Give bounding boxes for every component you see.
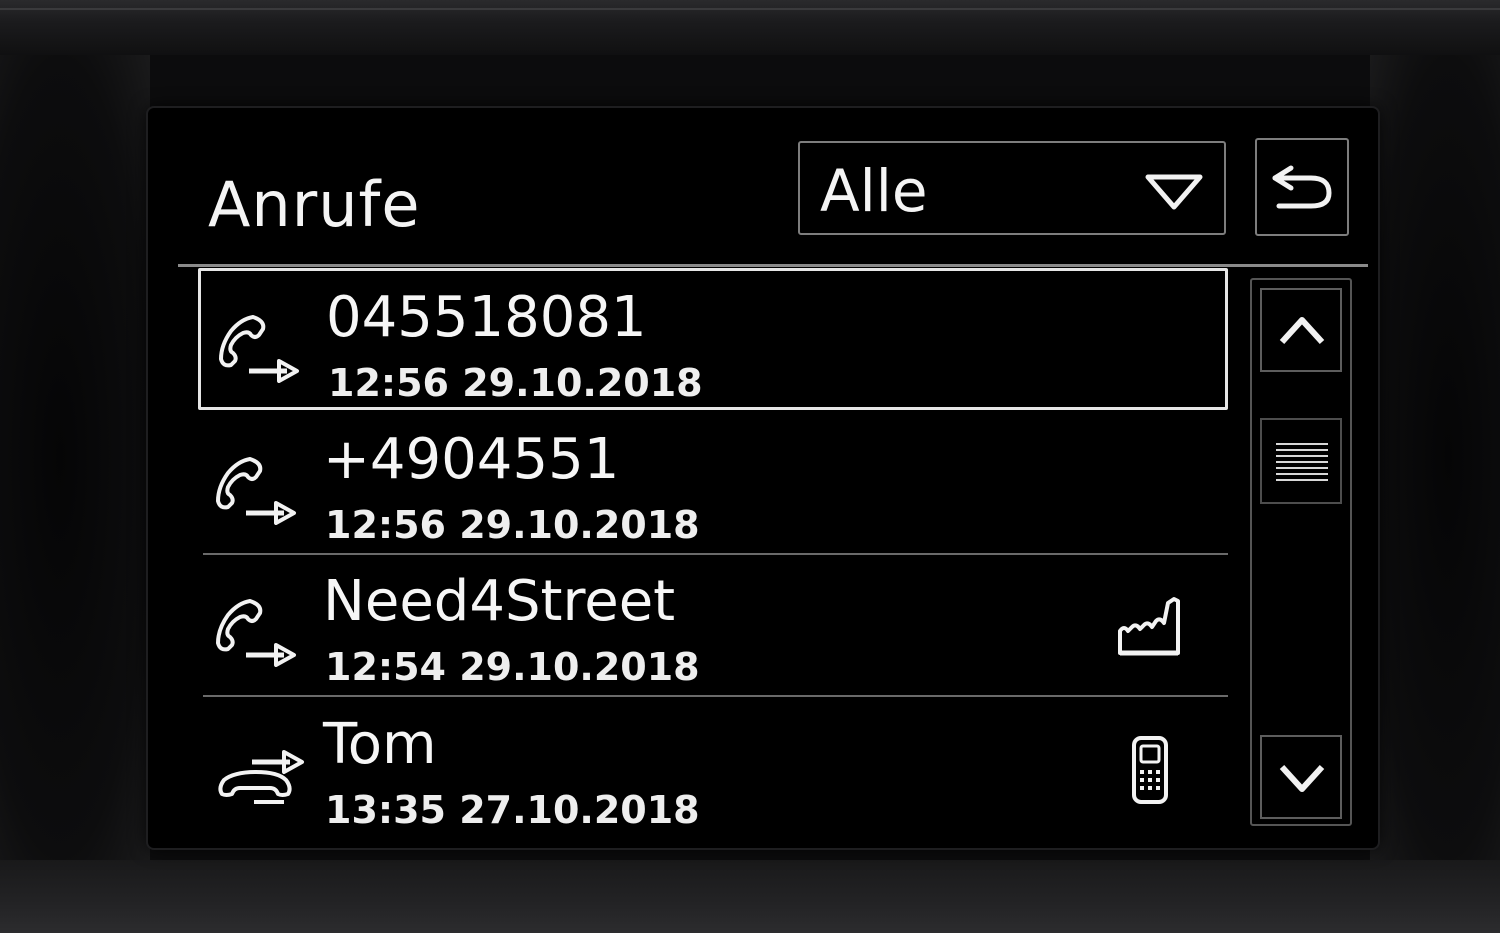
call-row[interactable]: Tom 13:35 27.10.2018 <box>198 698 1228 840</box>
business-icon <box>1118 597 1180 656</box>
chevron-down-icon <box>1145 174 1203 210</box>
call-time: 12:54 29.10.2018 <box>325 645 700 689</box>
bezel-left <box>0 55 150 860</box>
call-row[interactable]: Need4Street 12:54 29.10.2018 <box>198 555 1228 697</box>
call-time: 13:35 27.10.2018 <box>325 788 700 832</box>
caller-name: +4904551 <box>323 427 620 492</box>
mobile-phone-icon <box>1132 736 1168 804</box>
caller-name: Need4Street <box>323 569 676 634</box>
bezel-top <box>0 0 1500 55</box>
outgoing-call-icon <box>219 315 299 383</box>
chevron-up-icon <box>1279 317 1325 345</box>
outgoing-call-icon <box>216 599 296 667</box>
page-title: Anrufe <box>208 168 421 241</box>
call-row[interactable]: +4904551 12:56 29.10.2018 <box>198 413 1228 555</box>
scroll-thumb[interactable] <box>1260 418 1342 504</box>
row-divider <box>203 695 1228 697</box>
scroll-down-button[interactable] <box>1260 735 1342 819</box>
filter-selected-value: Alle <box>820 157 928 225</box>
call-time: 12:56 29.10.2018 <box>328 361 703 405</box>
bezel-right <box>1370 55 1500 860</box>
call-row[interactable]: 045518081 12:56 29.10.2018 <box>198 268 1228 410</box>
scroll-up-button[interactable] <box>1260 288 1342 372</box>
filter-dropdown[interactable]: Alle <box>798 141 1226 235</box>
back-button[interactable] <box>1255 138 1349 236</box>
call-time: 12:56 29.10.2018 <box>325 503 700 547</box>
chevron-down-icon <box>1279 764 1325 792</box>
bezel-bottom <box>0 860 1500 933</box>
caller-name: Tom <box>323 712 437 777</box>
incoming-call-icon <box>218 750 304 804</box>
scrollbar[interactable] <box>1250 278 1352 826</box>
grip-lines-icon <box>1276 443 1328 481</box>
call-list: 045518081 12:56 29.10.2018 +4904551 12:5… <box>198 268 1228 843</box>
header-divider <box>178 264 1368 267</box>
caller-name: 045518081 <box>326 285 647 350</box>
infotainment-screen: Anrufe Alle 045518081 12:56 29.10.2018 +… <box>148 108 1378 848</box>
outgoing-call-icon <box>216 457 296 525</box>
back-arrow-icon <box>1272 165 1332 209</box>
